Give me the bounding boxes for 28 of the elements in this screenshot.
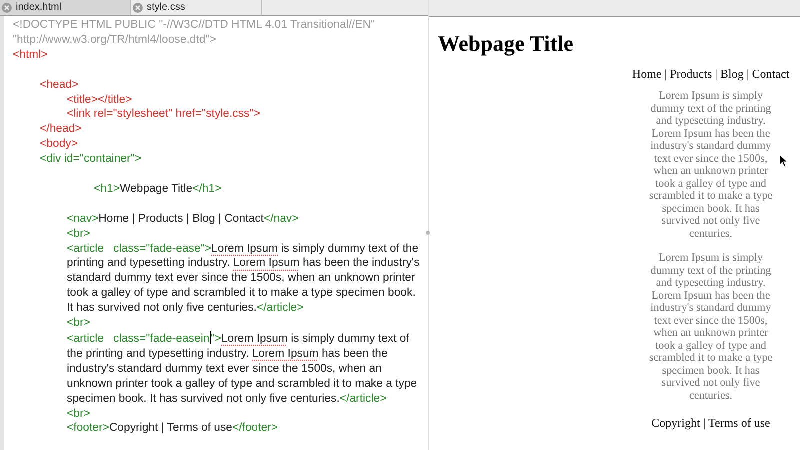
nav-links: Home | Products | Blog | Contact <box>632 67 790 82</box>
code-line: <html> <box>13 48 49 63</box>
code-line: <footer>Copyright | Terms of use</footer> <box>67 421 280 436</box>
code-line: <h1>Webpage Title</h1> <box>94 182 223 197</box>
code-line: <br> <box>67 316 92 331</box>
mouse-pointer-icon <box>780 155 788 167</box>
code-line: <!DOCTYPE HTML PUBLIC "-//W3C//DTD HTML 4.01 Transitional//EN" "http://www.w3.org/TR/html4/loose.dtd"> <box>13 18 376 48</box>
code-line: <article class="fade-easein">Lorem Ipsum is simply dummy text of the printing and typesetting industry. Lorem Ipsum has been the industry's standard dummy text ever since the 1500s, when an unknown printer took a galley of type and scrambled it to make a type specimen book. It has survived not only five centuries.</article> <box>67 330 418 407</box>
file-tab[interactable]: style.css <box>131 0 262 15</box>
splitter-handle[interactable] <box>426 231 430 235</box>
code-line: <div id="container"> <box>40 152 142 168</box>
code-line: <article class="fade-ease">Lorem Ipsum is simply dummy text of the printing and typesetting industry. Lorem Ipsum has been the industry's standard dummy text ever since the 1500s, when an unknown printer took a galley of type and scrambled it to make a type specimen book. It has survived not only five centuries.</article> <box>67 242 421 316</box>
article-text: Lorem Ipsum is simply dummy text of the printing and typesetting industry. Lorem Ipsum has been the industry's standard dummy text ever since the 1500s, when an unknown printer took a galley of type and scrambled it to make a type specimen book. It has survived not only five centuries. <box>648 90 774 240</box>
code-line: <head> <box>40 78 80 93</box>
close-icon[interactable] <box>2 2 12 12</box>
code-line: <link rel="stylesheet" href="style.css"> <box>67 107 262 122</box>
code-line: <title></title> <box>67 92 134 108</box>
close-icon[interactable] <box>133 2 143 12</box>
page-title: Webpage Title <box>438 31 574 57</box>
text-cursor <box>210 330 211 344</box>
code-line: <br> <box>67 226 92 242</box>
code-line: <nav>Home | Products | Blog | Contact</nav> <box>67 212 300 227</box>
code-line: <br> <box>67 406 92 422</box>
article-text: Lorem Ipsum is simply dummy text of the printing and typesetting industry. Lorem Ipsum has been the industry's standard dummy text ever since the 1500s, when an unknown printer took a galley of type and scrambled it to make a type specimen book. It has survived not only five centuries. <box>648 252 774 402</box>
footer-text: Copyright | Terms of use <box>652 416 770 431</box>
code-line: <body> <box>40 137 80 152</box>
file-tab[interactable]: index.html <box>0 0 131 15</box>
code-line: </head> <box>40 122 83 138</box>
